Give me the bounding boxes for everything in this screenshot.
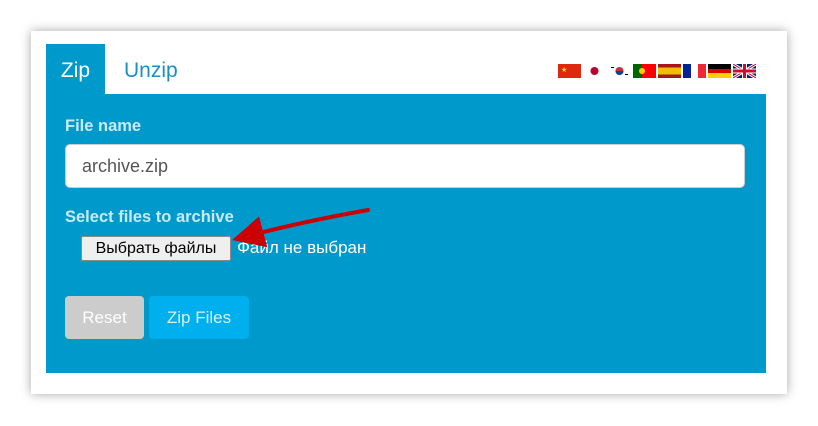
annotation-arrow-icon bbox=[232, 208, 370, 248]
